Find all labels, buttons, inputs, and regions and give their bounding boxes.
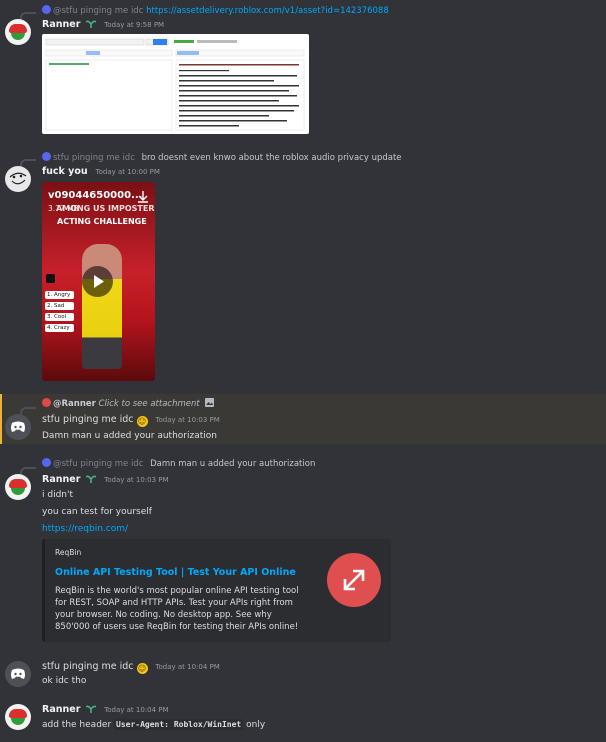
message-text: add the header User-Agent: Roblox/WinIne…: [42, 719, 266, 730]
inline-code: User-Agent: Roblox/WinInet: [114, 719, 244, 730]
reply-avatar: [42, 5, 51, 14]
video-overlay-line: AMONG US IMPOSTER: [56, 204, 155, 213]
video-filename[interactable]: v09044650000...: [48, 190, 142, 201]
reply-avatar: [42, 152, 51, 161]
message-text: ok idc tho: [42, 676, 87, 686]
reply-link[interactable]: https://assetdelivery.roblox.com/v1/asse…: [146, 6, 389, 16]
play-button[interactable]: [82, 266, 113, 297]
message-header: stfu pinging me idc ☺ Today at 10:03 PM: [42, 414, 220, 427]
avatar-ranner[interactable]: [5, 19, 31, 45]
timestamp: Today at 10:00 PM: [95, 168, 160, 176]
poll-option: 4. Crazy: [45, 324, 74, 332]
message-text: you can test for yourself: [42, 507, 152, 517]
avatar-ranner[interactable]: [5, 704, 31, 730]
author-name[interactable]: stfu pinging me idc: [42, 661, 134, 672]
reply-author[interactable]: stfu pinging me idc: [53, 153, 135, 163]
play-icon: [94, 275, 104, 288]
timestamp: Today at 9:58 PM: [104, 21, 165, 29]
author-name[interactable]: fuck you: [42, 166, 88, 177]
poll-option: 1. Angry: [45, 291, 74, 299]
embed-provider[interactable]: ReqBin: [55, 548, 81, 557]
screenshot-image: [45, 38, 305, 131]
reply-text[interactable]: Click to see attachment: [99, 399, 200, 409]
reply-text[interactable]: bro doesnt even knwo about the roblox au…: [142, 153, 402, 163]
message-text: Damn man u added your authorization: [42, 431, 217, 441]
discord-logo-icon: [11, 668, 25, 679]
embed-thumbnail[interactable]: [327, 553, 381, 607]
avatar-trollface[interactable]: [5, 166, 31, 192]
poll-option: 2. Sad: [45, 302, 74, 310]
reqbin-logo-icon: [343, 569, 365, 591]
download-icon[interactable]: [138, 191, 148, 203]
poll-option: 3. Cool: [45, 313, 74, 321]
author-name[interactable]: Ranner: [42, 704, 80, 715]
reply-preview[interactable]: @stfu pinging me idc Damn man u added yo…: [42, 458, 315, 469]
plant-icon: [86, 475, 97, 483]
link-embed: ReqBin Online API Testing Tool | Test Yo…: [42, 539, 391, 642]
message-header: stfu pinging me idc ☺ Today at 10:04 PM: [42, 661, 220, 674]
message-text-part: add the header: [42, 720, 112, 730]
reply-preview[interactable]: stfu pinging me idc bro doesnt even knwo…: [42, 152, 402, 163]
reply-author[interactable]: @stfu pinging me idc: [53, 6, 143, 16]
author-name[interactable]: stfu pinging me idc: [42, 414, 134, 425]
avatar-default[interactable]: [5, 661, 31, 687]
reply-avatar: [42, 398, 51, 407]
reply-avatar: [42, 458, 51, 467]
message-header: Ranner Today at 10:04 PM: [42, 704, 169, 715]
video-overlay-line: ACTING CHALLENGE: [57, 217, 147, 226]
message-header: fuck you Today at 10:00 PM: [42, 166, 160, 177]
grin-emoji-icon: ☺: [136, 416, 148, 427]
plant-icon: [86, 705, 97, 713]
reply-preview[interactable]: @stfu pinging me idc https://assetdelive…: [42, 5, 389, 16]
author-name[interactable]: Ranner: [42, 474, 80, 485]
reply-author[interactable]: @Ranner: [53, 399, 96, 409]
person-figure: [82, 244, 122, 369]
mention-bar: [0, 394, 2, 444]
embed-title[interactable]: Online API Testing Tool | Test Your API …: [55, 567, 296, 578]
message-header: Ranner Today at 10:03 PM: [42, 474, 169, 485]
tiktok-icon: [46, 274, 55, 283]
plant-icon: [86, 20, 97, 28]
grin-emoji-icon: ☺: [136, 663, 148, 674]
reply-text[interactable]: Damn man u added your authorization: [150, 459, 315, 469]
message-text: i didn't: [42, 490, 73, 500]
timestamp: Today at 10:03 PM: [155, 416, 220, 424]
avatar-ranner[interactable]: [5, 474, 31, 500]
author-name[interactable]: Ranner: [42, 19, 80, 30]
timestamp: Today at 10:04 PM: [155, 663, 220, 671]
message-link[interactable]: https://reqbin.com/: [42, 524, 128, 534]
discord-logo-icon: [11, 421, 25, 432]
avatar-default[interactable]: [5, 414, 31, 440]
timestamp: Today at 10:03 PM: [104, 476, 169, 484]
image-icon: [205, 398, 215, 407]
reply-preview[interactable]: @Ranner Click to see attachment: [42, 398, 215, 409]
message-header: Ranner Today at 9:58 PM: [42, 19, 164, 30]
image-attachment[interactable]: [42, 34, 309, 134]
timestamp: Today at 10:04 PM: [104, 706, 169, 714]
video-attachment[interactable]: v09044650000... 3.77 MB AMONG US IMPOSTE…: [42, 182, 155, 381]
embed-description: ReqBin is the world's most popular onlin…: [55, 586, 299, 632]
trollface-icon: [9, 172, 27, 185]
reply-author[interactable]: @stfu pinging me idc: [53, 459, 143, 469]
message-text-part: only: [246, 720, 266, 730]
